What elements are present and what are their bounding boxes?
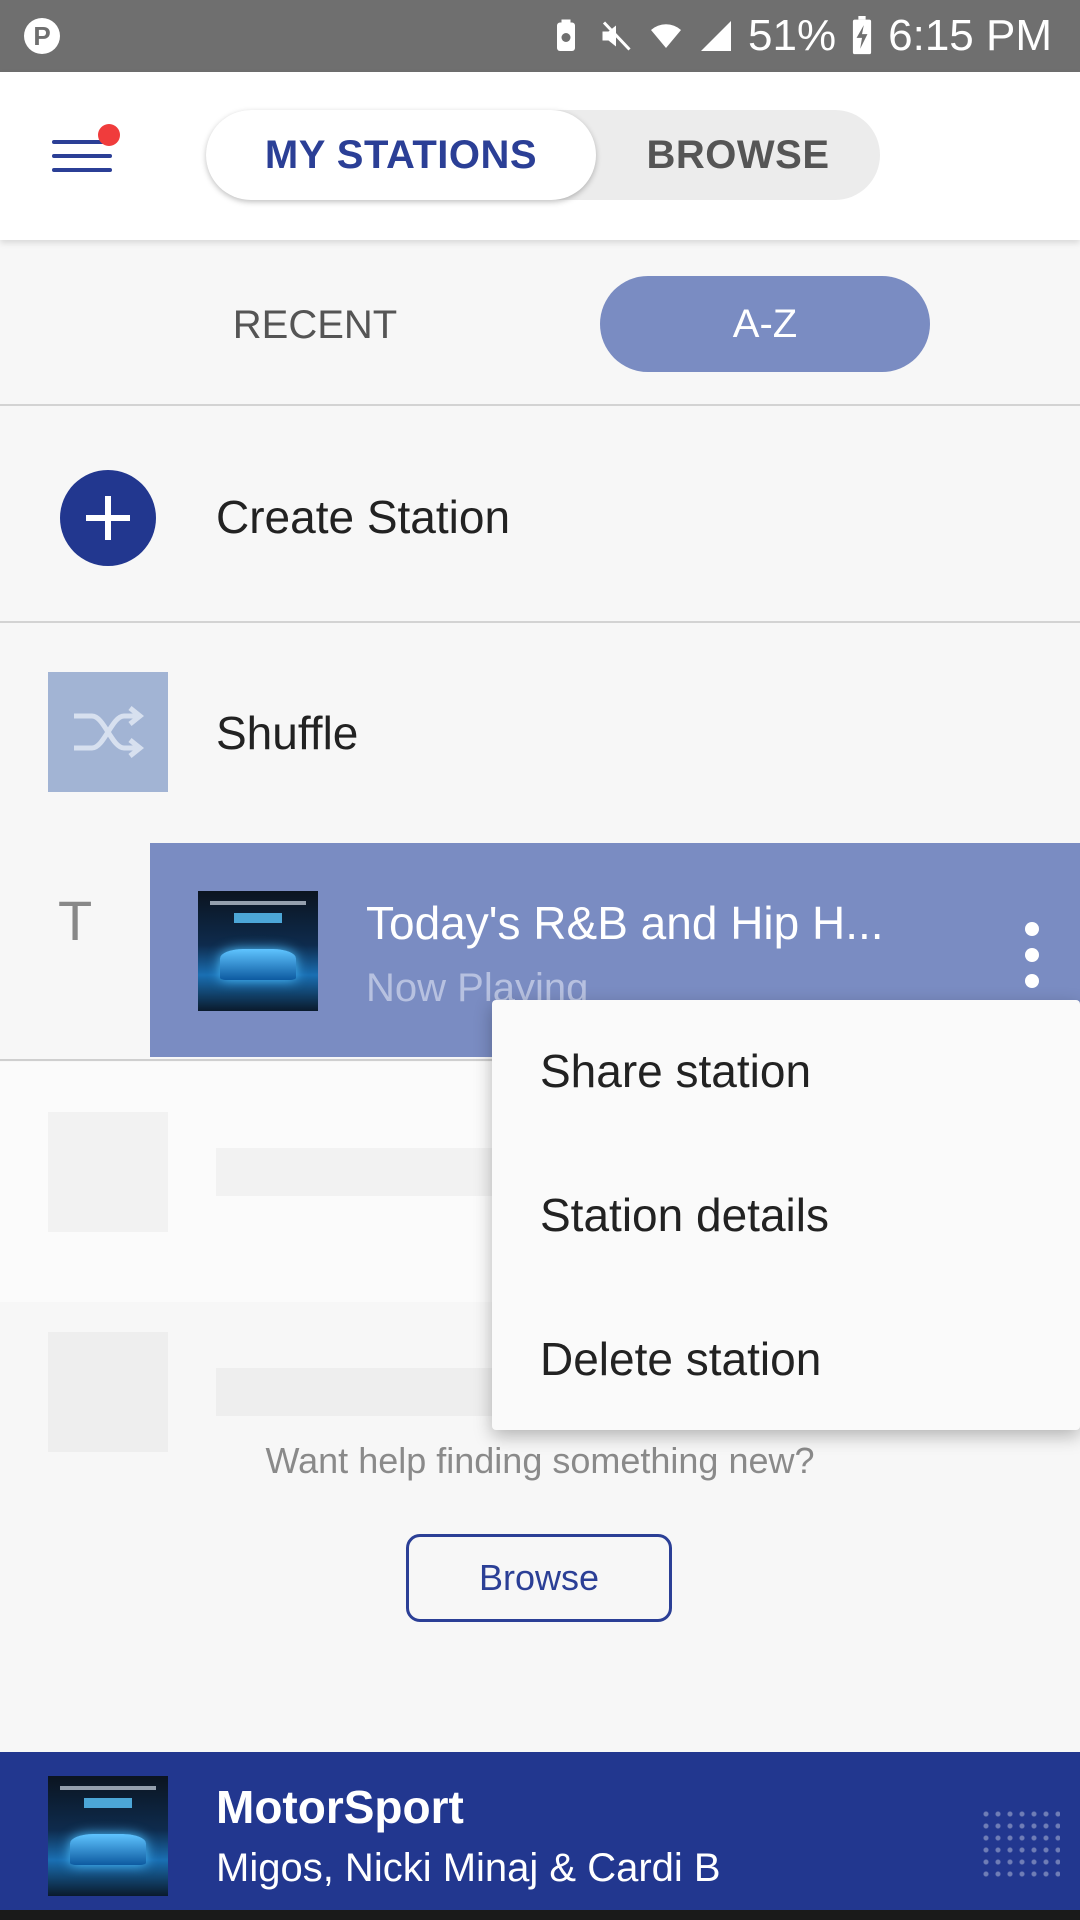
station-context-menu: Share station Station details Delete sta… (492, 1000, 1080, 1430)
drag-handle-icon[interactable] (980, 1808, 1060, 1878)
browse-button[interactable]: Browse (406, 1534, 672, 1622)
mute-icon (602, 21, 631, 51)
wifi-icon (651, 24, 682, 48)
status-icons: 51% 6:15 PM (548, 10, 1052, 62)
help-text: Want help finding something new? (265, 1440, 815, 1481)
nav-bar-edge (0, 1910, 1080, 1920)
placeholder-art (48, 1332, 168, 1452)
pandora-app-icon: P (24, 18, 60, 54)
station-album-art (198, 891, 318, 1011)
plus-icon (86, 496, 130, 540)
notification-dot (98, 124, 120, 146)
create-station-button[interactable] (60, 470, 156, 566)
divider (0, 404, 1080, 406)
placeholder-text (216, 1148, 516, 1196)
more-options-icon[interactable] (1018, 920, 1048, 990)
now-playing-album-art (48, 1776, 168, 1896)
signal-icon (701, 21, 732, 51)
placeholder-text (216, 1368, 516, 1416)
sort-az-button[interactable]: A-Z (600, 276, 930, 372)
status-bar: P 51% 6:15 PM (0, 0, 1080, 72)
battery-percent: 51% (748, 11, 837, 60)
divider (0, 621, 1080, 623)
clock: 6:15 PM (888, 11, 1052, 60)
sort-recent-button[interactable]: RECENT (210, 290, 420, 360)
now-playing-artist: Migos, Nicki Minaj & Cardi B (216, 1846, 721, 1890)
battery-charging-icon (853, 16, 872, 55)
create-station-label[interactable]: Create Station (216, 490, 510, 544)
share-station-item[interactable]: Share station (540, 1044, 811, 1098)
station-tabs: MY STATIONS BROWSE (206, 110, 880, 200)
tab-browse[interactable]: BROWSE (596, 110, 880, 200)
battery-saver-icon (557, 19, 576, 51)
section-letter: T (58, 889, 93, 952)
placeholder-art (48, 1112, 168, 1232)
station-title: Today's R&B and Hip H... (366, 897, 884, 949)
now-playing-title: MotorSport (216, 1781, 464, 1833)
station-details-item[interactable]: Station details (540, 1188, 829, 1242)
tab-my-stations[interactable]: MY STATIONS (206, 110, 596, 200)
app-header: MY STATIONS BROWSE (0, 72, 1080, 240)
shuffle-label[interactable]: Shuffle (216, 706, 358, 760)
delete-station-item[interactable]: Delete station (540, 1332, 821, 1386)
shuffle-icon[interactable] (48, 672, 168, 792)
